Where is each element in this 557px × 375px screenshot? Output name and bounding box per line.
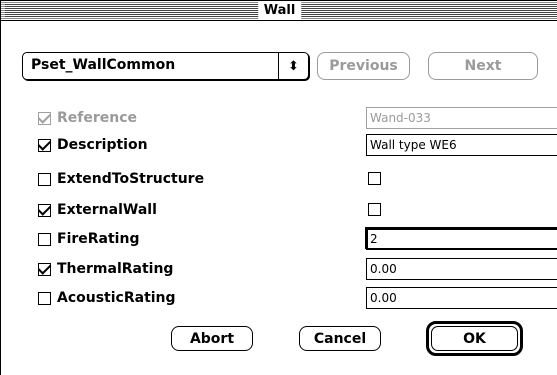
- property-row: ExtendToStructure: [38, 168, 204, 190]
- property-value-field[interactable]: 2: [366, 228, 557, 250]
- property-checkbox[interactable]: [38, 262, 51, 276]
- property-label: FireRating: [57, 231, 140, 247]
- popup-arrows-icon: ⬍: [278, 53, 308, 79]
- property-value-field: Wand-033: [366, 107, 557, 129]
- previous-button-label: Previous: [329, 58, 398, 74]
- property-value-field[interactable]: 0.00: [366, 287, 557, 309]
- property-row: FireRating: [38, 228, 139, 250]
- property-checkbox[interactable]: [38, 291, 51, 305]
- cancel-button[interactable]: Cancel: [299, 326, 381, 351]
- wall-dialog: Wall Pset_WallCommon ⬍ Previous Next Ref…: [0, 0, 557, 375]
- property-row: Description: [38, 134, 148, 156]
- property-row: Reference: [38, 107, 137, 129]
- ok-button-label: OK: [463, 330, 486, 347]
- window-title: Wall: [257, 1, 302, 20]
- pset-popup-value: Pset_WallCommon: [31, 57, 176, 73]
- property-label: ThermalRating: [57, 261, 174, 277]
- property-label: AcousticRating: [57, 290, 176, 306]
- property-row: ThermalRating: [38, 258, 173, 280]
- property-value-field[interactable]: 0.00: [366, 258, 557, 280]
- property-label: Description: [57, 137, 148, 153]
- property-checkbox[interactable]: [38, 138, 51, 152]
- property-row: AcousticRating: [38, 287, 176, 309]
- title-bar[interactable]: Wall: [1, 1, 557, 21]
- next-button[interactable]: Next: [428, 52, 538, 80]
- pset-popup-menu[interactable]: Pset_WallCommon ⬍: [22, 52, 309, 80]
- property-label: Reference: [57, 110, 138, 126]
- ok-button[interactable]: OK: [426, 321, 523, 356]
- next-button-label: Next: [464, 58, 502, 74]
- property-label: ExtendToStructure: [57, 171, 205, 187]
- property-label: ExternalWall: [57, 202, 157, 218]
- property-value-checkbox[interactable]: [368, 172, 381, 185]
- property-value-field[interactable]: Wall type WE6: [366, 134, 557, 156]
- property-checkbox[interactable]: [38, 172, 51, 186]
- ok-button-inner: OK: [431, 326, 518, 351]
- property-checkbox[interactable]: [38, 232, 51, 246]
- abort-button-label: Abort: [189, 330, 235, 347]
- previous-button[interactable]: Previous: [317, 52, 410, 80]
- property-checkbox: [38, 111, 51, 125]
- abort-button[interactable]: Abort: [171, 326, 253, 351]
- property-value-checkbox[interactable]: [368, 203, 381, 216]
- popup-arrows-glyph: ⬍: [288, 58, 299, 74]
- property-row: ExternalWall: [38, 199, 157, 221]
- property-checkbox[interactable]: [38, 203, 51, 217]
- cancel-button-label: Cancel: [313, 330, 367, 347]
